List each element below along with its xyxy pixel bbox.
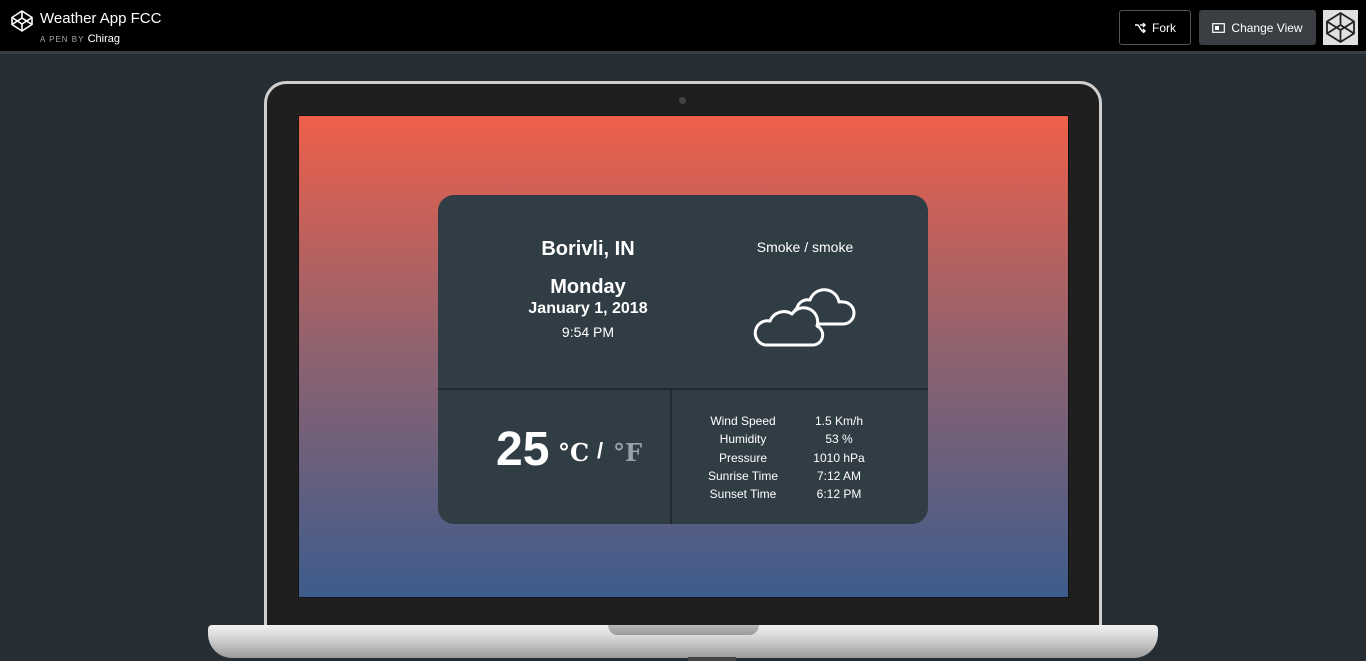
user-avatar-icon bbox=[1326, 12, 1355, 43]
avatar[interactable] bbox=[1323, 10, 1358, 45]
temperature-value: 25 bbox=[496, 423, 550, 476]
laptop-foot bbox=[688, 657, 736, 661]
sunrise-value: 7:12 AM bbox=[816, 469, 862, 483]
layout-icon bbox=[1212, 22, 1226, 33]
pressure-label: Pressure bbox=[718, 451, 768, 465]
pressure-value: 1010 hPa bbox=[813, 451, 865, 465]
pen-author-link[interactable]: Chirag bbox=[88, 33, 120, 45]
pen-by-label: A PEN BY bbox=[40, 35, 85, 44]
sunset-label: Sunset Time bbox=[709, 487, 777, 501]
change-view-button[interactable]: Change View bbox=[1199, 10, 1316, 45]
horizontal-divider bbox=[438, 388, 928, 390]
cloud-icon bbox=[753, 288, 856, 347]
unit-separator: / bbox=[597, 438, 604, 463]
fork-icon bbox=[1135, 22, 1146, 33]
fork-button[interactable]: Fork bbox=[1119, 10, 1191, 45]
pen-byline: A PEN BY Chirag bbox=[40, 33, 120, 45]
wind-speed-value: 1.5 Km/h bbox=[814, 414, 864, 428]
codepen-logo-icon[interactable] bbox=[11, 10, 33, 32]
humidity-value: 53 % bbox=[825, 432, 853, 446]
change-view-label: Change View bbox=[1231, 20, 1303, 35]
top-bar: Weather App FCC A PEN BY Chirag Fork Cha… bbox=[0, 0, 1366, 54]
vertical-divider bbox=[670, 390, 672, 524]
pen-title: Weather App FCC bbox=[40, 10, 162, 27]
celsius-toggle[interactable]: °C bbox=[558, 438, 589, 467]
wind-speed-label: Wind Speed bbox=[710, 414, 776, 428]
location-label: Borivli, IN bbox=[541, 238, 635, 260]
fahrenheit-toggle[interactable]: °F bbox=[613, 438, 642, 467]
time-label: 9:54 PM bbox=[561, 324, 615, 340]
sunrise-label: Sunrise Time bbox=[707, 469, 779, 483]
weather-card: Borivli, IN Monday January 1, 2018 9:54 … bbox=[438, 195, 928, 524]
fork-label: Fork bbox=[1152, 20, 1176, 35]
sunset-value: 6:12 PM bbox=[816, 487, 862, 501]
camera-icon bbox=[679, 97, 686, 104]
laptop-notch bbox=[608, 625, 759, 635]
day-label: Monday bbox=[550, 276, 626, 298]
date-label: January 1, 2018 bbox=[528, 300, 648, 317]
humidity-label: Humidity bbox=[719, 432, 767, 446]
weather-description: Smoke / smoke bbox=[756, 239, 854, 255]
